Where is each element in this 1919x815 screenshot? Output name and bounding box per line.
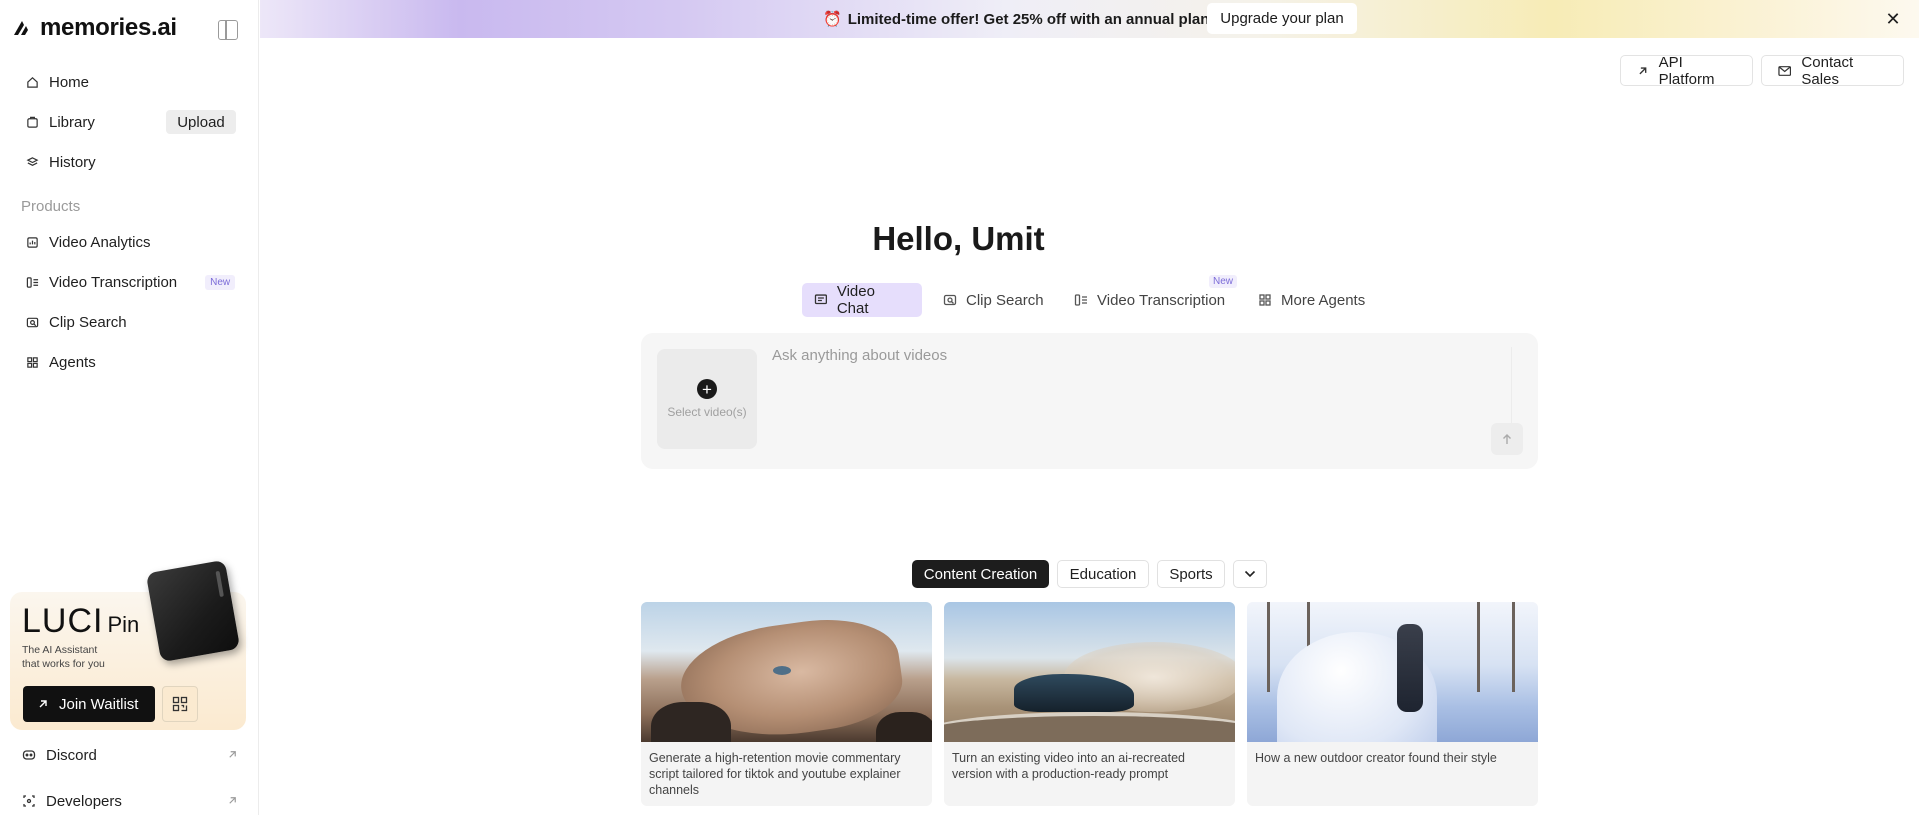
contact-sales-label: Contact Sales — [1801, 53, 1854, 88]
template-card[interactable]: Generate a high-retention movie commenta… — [641, 602, 932, 806]
home-icon — [26, 76, 39, 89]
qr-code-icon — [172, 696, 188, 712]
sidebar-item-video-transcription[interactable]: Video Transcription New — [14, 266, 244, 298]
sidebar-item-agents[interactable]: Agents — [14, 346, 244, 378]
chat-icon — [814, 294, 828, 305]
join-waitlist-label: Join Waitlist — [59, 695, 139, 713]
arrow-up-right-icon — [39, 700, 47, 708]
template-card[interactable]: How a new outdoor creator found their st… — [1247, 602, 1538, 806]
more-categories-button[interactable] — [1233, 560, 1267, 588]
clip-search-icon — [943, 294, 957, 306]
external-link-icon — [229, 797, 236, 804]
sidebar-collapse-icon[interactable] — [218, 20, 238, 40]
api-platform-label: API Platform — [1658, 53, 1715, 88]
sidebar: memories.ai Home Library Upload History … — [0, 0, 259, 815]
tab-more-agents[interactable]: More Agents — [1246, 283, 1377, 317]
logo-icon — [14, 21, 28, 35]
new-badge: New — [1209, 275, 1238, 288]
qr-code-button[interactable] — [162, 686, 198, 722]
tab-video-transcription[interactable]: Video Transcription — [1062, 283, 1237, 317]
luci-pin-promo: LUCI Pin The AI Assistant that works for … — [10, 559, 246, 730]
agents-icon — [26, 356, 39, 369]
tab-clip-search[interactable]: Clip Search — [931, 283, 1056, 317]
alarm-clock-icon: ⏰ — [823, 11, 842, 28]
card-description: Turn an existing video into an ai-recrea… — [952, 751, 1186, 781]
sidebar-item-history[interactable]: History — [14, 146, 244, 178]
promo-subtitle-line: The AI Assistant — [22, 644, 98, 656]
card-thumbnail — [944, 602, 1235, 742]
sidebar-item-developers[interactable]: Developers — [22, 787, 238, 815]
upload-button[interactable]: Upload — [166, 110, 236, 134]
page-title: Hello, Umit — [0, 220, 1919, 258]
sidebar-item-label: Home — [49, 73, 90, 91]
card-description: Generate a high-retention movie commenta… — [649, 751, 901, 797]
logo-text: memories.ai — [40, 14, 177, 41]
card-thumbnail — [1247, 602, 1538, 742]
send-button[interactable] — [1491, 423, 1523, 455]
external-link-icon — [229, 751, 236, 758]
greeting-text: Hello, Umit — [872, 220, 1045, 257]
chat-input[interactable] — [772, 347, 1512, 429]
promo-subtitle-line: that works for you — [22, 658, 105, 670]
sidebar-item-label: Agents — [49, 353, 96, 371]
sidebar-item-clip-search[interactable]: Clip Search — [14, 306, 244, 338]
chevron-down-icon — [1244, 570, 1256, 578]
promo-title-main: LUCI — [22, 602, 104, 640]
history-icon — [26, 156, 39, 169]
category-education[interactable]: Education — [1057, 560, 1149, 588]
plus-icon: + — [697, 379, 717, 399]
sidebar-item-label: Developers — [46, 792, 122, 810]
agents-icon — [1259, 294, 1271, 306]
tab-label: More Agents — [1281, 291, 1366, 309]
template-card[interactable]: Turn an existing video into an ai-recrea… — [944, 602, 1235, 806]
sidebar-item-label: History — [49, 153, 96, 171]
tab-label: Video Chat — [836, 283, 875, 317]
developers-icon — [23, 795, 35, 807]
sidebar-item-label: Discord — [46, 746, 97, 764]
arrow-up-icon — [1503, 434, 1511, 444]
sidebar-item-label: Clip Search — [49, 313, 127, 331]
tab-label: Video Transcription — [1097, 291, 1226, 309]
logo[interactable]: memories.ai — [12, 14, 177, 42]
products-section-label: Products — [21, 198, 81, 215]
library-icon — [26, 116, 39, 129]
contact-sales-button[interactable]: Contact Sales — [1761, 53, 1904, 88]
select-videos-label: Select video(s) — [667, 405, 747, 419]
chat-composer: + Select video(s) — [641, 333, 1538, 469]
sidebar-item-discord[interactable]: Discord — [22, 741, 238, 769]
tab-label: Clip Search — [966, 291, 1044, 309]
close-icon[interactable]: ✕ — [1883, 9, 1903, 29]
banner-message: ⏰ Limited-time offer! Get 25% off with a… — [823, 10, 1215, 29]
transcription-icon — [26, 276, 39, 289]
new-badge: New — [205, 274, 236, 290]
join-waitlist-button[interactable]: Join Waitlist — [23, 686, 155, 722]
discord-icon — [22, 750, 36, 760]
mail-icon — [1778, 65, 1792, 76]
sidebar-item-home[interactable]: Home — [14, 66, 244, 98]
category-content-creation[interactable]: Content Creation — [912, 560, 1049, 588]
card-thumbnail — [641, 602, 932, 742]
select-videos-button[interactable]: + Select video(s) — [657, 349, 757, 449]
transcription-icon — [1074, 294, 1087, 306]
promo-subtitle: The AI Assistant that works for you — [22, 643, 132, 671]
clip-search-icon — [26, 316, 39, 329]
banner-message-text: Limited-time offer! Get 25% off with an … — [847, 10, 1215, 28]
upgrade-plan-button[interactable]: Upgrade your plan — [1207, 3, 1357, 34]
card-description: How a new outdoor creator found their st… — [1255, 751, 1497, 765]
api-platform-button[interactable]: API Platform — [1620, 53, 1753, 88]
tab-video-chat[interactable]: Video Chat — [802, 283, 922, 317]
promo-title-suffix: Pin — [107, 612, 140, 637]
arrow-up-right-icon — [1639, 66, 1647, 74]
promo-title: LUCI Pin — [22, 602, 139, 641]
promo-banner: ⏰ Limited-time offer! Get 25% off with a… — [260, 0, 1919, 38]
luci-pin-device-image — [145, 559, 241, 663]
sidebar-item-label: Library — [49, 113, 95, 131]
sidebar-item-label: Video Transcription — [49, 273, 178, 291]
category-sports[interactable]: Sports — [1157, 560, 1225, 588]
